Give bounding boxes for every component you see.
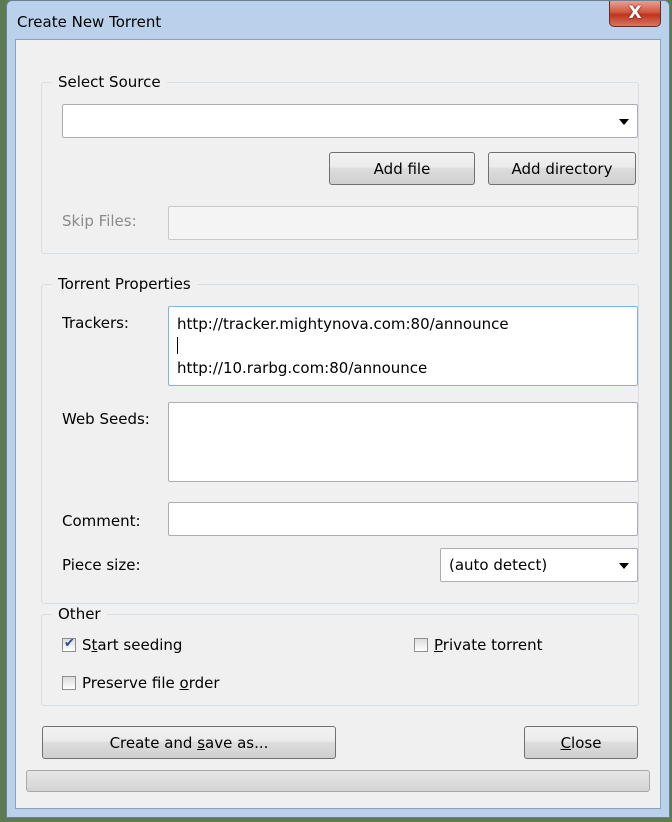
trackers-label: Trackers: [62,314,129,332]
torrent-properties-legend: Torrent Properties [52,274,197,294]
title-bar[interactable]: Create New Torrent X [7,1,669,41]
dialog-window: Create New Torrent X Select Source Add f… [6,0,670,818]
text-caret [177,337,178,354]
start-seeding-label: Start seeding [82,636,183,654]
skip-files-label: Skip Files: [62,212,137,230]
preserve-order-label: Preserve file order [82,674,220,692]
close-icon: X [628,3,642,23]
other-legend: Other [52,604,107,624]
other-group: Other [41,604,639,706]
progress-bar [26,770,650,792]
select-source-legend: Select Source [52,72,167,92]
skip-files-input [168,206,638,240]
add-directory-button[interactable]: Add directory [488,152,636,185]
close-button[interactable]: Close [524,726,638,759]
tracker-line-1: http://tracker.mightynova.com:80/announc… [177,315,509,333]
chevron-down-icon [619,563,629,569]
comment-label: Comment: [62,512,141,530]
tracker-line-3: http://10.rarbg.com:80/announce [177,359,428,377]
private-torrent-box[interactable] [414,638,428,652]
piece-size-select[interactable]: (auto detect) [440,548,638,582]
create-and-save-button[interactable]: Create and save as... [42,726,336,759]
chevron-down-icon [619,119,629,125]
trackers-textarea[interactable]: http://tracker.mightynova.com:80/announc… [168,306,638,386]
close-window-button[interactable]: X [609,1,661,27]
web-seeds-label: Web Seeds: [62,410,150,428]
web-seeds-textarea[interactable] [168,402,638,482]
start-seeding-box[interactable]: ✔ [62,636,76,652]
piece-size-value: (auto detect) [449,556,548,574]
private-torrent-label: Private torrent [434,636,543,654]
window-title: Create New Torrent [17,13,162,31]
checkmark-icon: ✔ [64,636,75,651]
dialog-client-area: Select Source Add file Add directory Ski… [15,39,661,809]
source-combobox[interactable] [62,104,638,138]
comment-input[interactable] [168,502,638,536]
add-file-button[interactable]: Add file [329,152,475,185]
preserve-order-box[interactable] [62,676,76,690]
piece-size-label: Piece size: [62,556,141,574]
